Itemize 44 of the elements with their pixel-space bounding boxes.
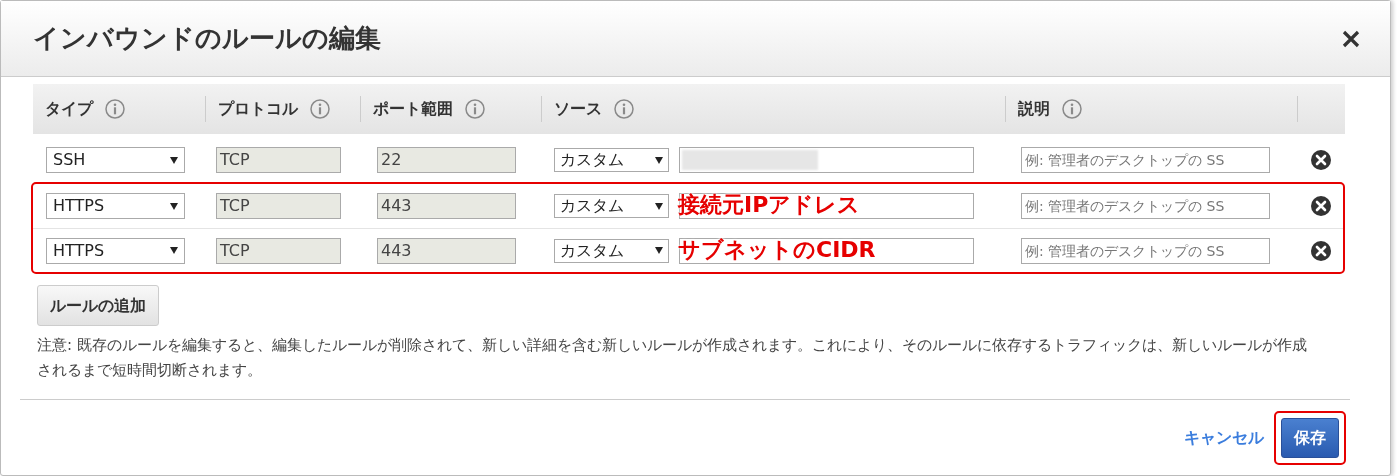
source-field[interactable]: 接続元IPアドレス [679, 193, 974, 219]
caret-icon [170, 156, 178, 164]
cancel-link[interactable]: キャンセル [1184, 426, 1264, 450]
source-select[interactable]: カスタム [554, 148, 669, 172]
column-header: ソース [554, 98, 602, 120]
source-select[interactable]: カスタム [554, 194, 669, 218]
caret-icon [655, 156, 663, 164]
port-field: 22 [377, 147, 516, 173]
caret-icon [655, 202, 663, 210]
caret-icon [170, 247, 178, 254]
warning-note: 注意: 既存のルールを編集すると、編集したルールが削除されて、新しい詳細を含む新しいルールが作成されます。これにより、そのルールに依存するトラフィックは、新しいルールが作成されるまで短時間切断されます。 [36, 335, 1308, 381]
description-field[interactable]: 例: 管理者のデスクトップの SS [1021, 237, 1270, 264]
port-field: 443 [377, 193, 516, 219]
info-icon[interactable] [465, 99, 485, 119]
port-field: 443 [377, 237, 516, 264]
source-select[interactable]: カスタム [554, 238, 669, 263]
remove-icon[interactable] [1311, 150, 1331, 170]
info-icon[interactable] [1062, 99, 1082, 119]
add-rule-button[interactable]: ルールの追加 [37, 285, 159, 326]
column-header: ポート範囲 [373, 98, 453, 120]
caret-icon [655, 247, 663, 254]
annotation-label: サブネットのCIDR [678, 235, 876, 264]
source-field[interactable]: サブネットのCIDR [679, 237, 974, 264]
remove-icon[interactable] [1311, 196, 1331, 216]
column-header: 説明 [1018, 98, 1050, 120]
protocol-field: TCP [216, 193, 341, 219]
type-select[interactable]: HTTPS [46, 237, 185, 264]
save-button[interactable]: 保存 [1281, 418, 1339, 458]
description-field[interactable]: 例: 管理者のデスクトップの SS [1021, 193, 1270, 219]
type-select[interactable]: SSH [46, 147, 185, 173]
remove-icon[interactable] [1311, 240, 1331, 261]
column-header: タイプ [45, 98, 93, 120]
annotation-label: 接続元IPアドレス [678, 191, 861, 219]
protocol-field: TCP [216, 147, 341, 173]
info-icon[interactable] [614, 99, 634, 119]
protocol-field: TCP [216, 237, 341, 264]
description-field[interactable]: 例: 管理者のデスクトップの SS [1021, 147, 1270, 173]
caret-icon [170, 202, 178, 210]
info-icon[interactable] [310, 99, 330, 119]
dialog-title: インバウンドのルールの編集 [33, 22, 381, 55]
type-select[interactable]: HTTPS [46, 193, 185, 219]
info-icon[interactable] [105, 99, 125, 119]
column-header: プロトコル [218, 98, 298, 120]
close-icon[interactable] [1342, 29, 1360, 48]
